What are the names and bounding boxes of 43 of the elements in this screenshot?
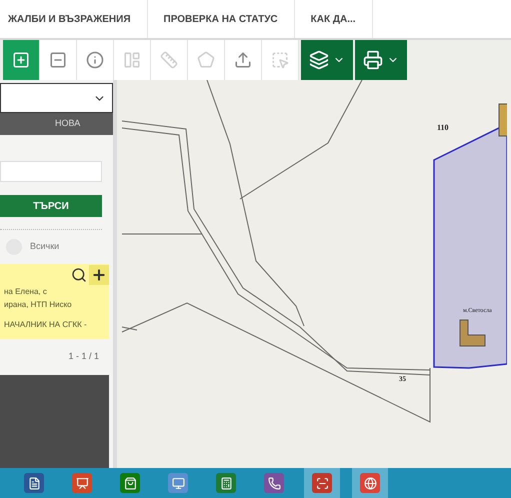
zoom-out-box-icon [49, 51, 67, 69]
nav-tab[interactable]: КАК ДА... [294, 0, 373, 38]
radio-label: Всички [30, 240, 60, 254]
panel-icon [123, 51, 141, 69]
result-text: на Елена, с [4, 286, 48, 298]
ruler-icon [160, 51, 178, 69]
search-field[interactable] [0, 161, 102, 182]
result-text: ирана, НТП Ниско [4, 299, 73, 311]
nav-tab[interactable]: ПРОВЕРКА НА СТАТУС [148, 0, 295, 38]
dropdown-field[interactable] [0, 83, 113, 113]
calculator-icon [216, 473, 236, 493]
sidebar-tab[interactable]: НОВА [55, 117, 80, 131]
layers-icon [309, 50, 329, 70]
upload-icon [234, 51, 252, 69]
plus-icon [91, 267, 107, 283]
zoom-in-box-icon [12, 51, 30, 69]
browser-icon [360, 473, 380, 493]
search-icon [71, 267, 87, 283]
store-icon [120, 473, 140, 493]
add-button[interactable] [89, 265, 109, 285]
tool-button[interactable] [225, 40, 262, 80]
presentation-icon [72, 473, 92, 493]
layers-menu-button[interactable] [301, 40, 353, 80]
print-icon [363, 50, 383, 70]
search-button[interactable]: ТЪРСИ [0, 195, 102, 217]
building-shape [460, 320, 486, 346]
pagination-text: 1 - 1 / 1 [68, 350, 99, 364]
monitor-icon [168, 473, 188, 493]
taskbar-app[interactable] [304, 468, 340, 498]
taskbar-app[interactable] [352, 468, 388, 498]
scanner-icon [312, 473, 332, 493]
tool-button[interactable] [77, 40, 114, 80]
info-icon [86, 51, 104, 69]
print-menu-button[interactable] [355, 40, 407, 80]
polygon-icon [197, 51, 215, 69]
parcel-number: 110 [437, 123, 449, 132]
tool-button[interactable] [3, 40, 40, 80]
selection-icon [271, 51, 289, 69]
document-icon [24, 473, 44, 493]
phone-icon [264, 473, 284, 493]
building-shape [498, 104, 507, 136]
nav-tab[interactable]: ЖАЛБИ И ВЪЗРАЖЕНИЯ [0, 0, 148, 38]
result-text: НАЧАЛНИК НА СГКК - [4, 319, 88, 331]
